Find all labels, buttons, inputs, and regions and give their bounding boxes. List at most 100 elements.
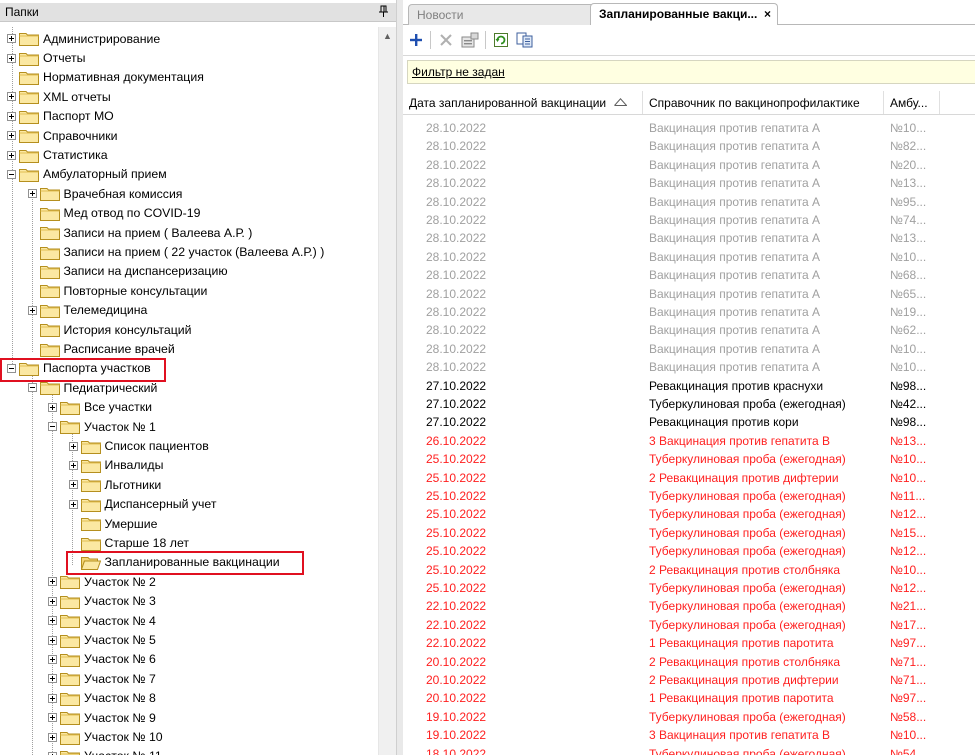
tree-node[interactable]: Расписание врачей (28, 339, 175, 358)
table-row[interactable]: 22.10.2022 Туберкулиновая проба (ежегодна… (403, 616, 975, 634)
tree-node[interactable]: Повторные консультации (28, 281, 207, 300)
add-button[interactable] (405, 29, 427, 51)
tree-node[interactable]: Записи на диспансеризацию (28, 262, 228, 281)
table-row[interactable]: 27.10.2022 Ревакцинация против краснухи №9… (403, 377, 975, 395)
table-row[interactable]: 28.10.2022 Вакцинация против гепатита А №1… (403, 248, 975, 266)
expand-icon[interactable] (48, 654, 57, 664)
pin-icon[interactable] (377, 4, 391, 19)
table-row[interactable]: 25.10.2022 Туберкулиновая проба (ежегодна… (403, 542, 975, 560)
collapse-icon[interactable] (7, 363, 16, 373)
table-row[interactable]: 25.10.2022 Туберкулиновая проба (ежегодна… (403, 487, 975, 505)
tree-node[interactable]: Участок № 4 (48, 611, 156, 630)
table-row[interactable]: 28.10.2022 Вакцинация против гепатита А №1… (403, 303, 975, 321)
tree-node[interactable]: Записи на прием ( 22 участок (Валеева А.… (28, 242, 324, 261)
expand-icon[interactable] (48, 596, 57, 606)
expand-icon[interactable] (48, 693, 57, 703)
expand-icon[interactable] (27, 305, 37, 315)
table-row[interactable]: 28.10.2022 Вакцинация против гепатита А №1… (403, 174, 975, 192)
tree-node[interactable]: Участок № 8 (48, 689, 156, 708)
table-row[interactable]: 25.10.2022 Туберкулиновая проба (ежегодна… (403, 579, 975, 597)
tree-node[interactable]: Педиатрический (27, 378, 157, 397)
expand-icon[interactable] (7, 34, 16, 44)
properties-button[interactable] (459, 29, 481, 51)
tree-node[interactable]: Все участки (48, 398, 152, 417)
tree-node[interactable]: Льготники (68, 475, 161, 494)
collapse-icon[interactable] (48, 422, 57, 432)
expand-icon[interactable] (68, 441, 78, 451)
tree-node[interactable]: Статистика (7, 145, 108, 164)
expand-icon[interactable] (68, 480, 78, 490)
tree-node[interactable]: Записи на прием ( Валеева А.Р. ) (28, 223, 252, 242)
refresh-button[interactable] (490, 29, 512, 51)
expand-icon[interactable] (48, 577, 57, 587)
tree-node[interactable]: Участок № 3 (48, 592, 156, 611)
column-header-reference[interactable]: Справочник по вакцинопрофилактике (643, 91, 884, 114)
tree-node[interactable]: Паспорта участков (7, 359, 151, 378)
table-row[interactable]: 19.10.2022 3 Вакцинация против гепатита В… (403, 726, 975, 744)
table-row[interactable]: 22.10.2022 Туберкулиновая проба (ежегодна… (403, 597, 975, 615)
tree-node[interactable]: Участок № 10 (48, 727, 163, 746)
table-row[interactable]: 28.10.2022 Вакцинация против гепатита А №8… (403, 137, 975, 155)
tree-node[interactable]: Умершие (69, 514, 157, 533)
expand-icon[interactable] (7, 92, 16, 102)
column-header-ambulatory[interactable]: Амбу... (884, 91, 940, 114)
table-row[interactable]: 25.10.2022 Туберкулиновая проба (ежегодна… (403, 505, 975, 523)
scroll-up-arrow-icon[interactable]: ▲ (379, 27, 396, 44)
expand-icon[interactable] (48, 616, 57, 626)
tree-node[interactable]: Участок № 11 (48, 747, 162, 755)
expand-icon[interactable] (48, 713, 57, 723)
expand-icon[interactable] (7, 53, 16, 63)
expand-icon[interactable] (48, 402, 57, 412)
tree-node[interactable]: Нормативная документация (7, 68, 204, 87)
expand-icon[interactable] (68, 460, 78, 470)
collapse-icon[interactable] (7, 169, 16, 179)
tree-scrollbar[interactable]: ▲ (378, 27, 396, 755)
table-row[interactable]: 28.10.2022 Вакцинация против гепатита А №7… (403, 211, 975, 229)
table-row[interactable]: 27.10.2022 Туберкулиновая проба (ежегодна… (403, 395, 975, 413)
table-row[interactable]: 25.10.2022 2 Ревакцинация против столбняк… (403, 561, 975, 579)
table-row[interactable]: 25.10.2022 2 Ревакцинация против дифтерии… (403, 469, 975, 487)
expand-icon[interactable] (68, 499, 78, 509)
table-row[interactable]: 22.10.2022 1 Ревакцинация против паротита… (403, 634, 975, 652)
table-row[interactable]: 20.10.2022 1 Ревакцинация против паротита… (403, 689, 975, 707)
tree-node[interactable]: XML отчеты (7, 87, 111, 106)
table-row[interactable]: 25.10.2022 Туберкулиновая проба (ежегодна… (403, 450, 975, 468)
tree-node[interactable]: Инвалиды (68, 456, 163, 475)
tab-planned-vaccinations[interactable]: Запланированные вакци... × (590, 3, 778, 25)
export-button[interactable] (514, 29, 536, 51)
tree-node[interactable]: Участок № 5 (48, 630, 156, 649)
expand-icon[interactable] (48, 674, 57, 684)
table-row[interactable]: 20.10.2022 2 Ревакцинация против столбняк… (403, 653, 975, 671)
table-row[interactable]: 26.10.2022 3 Вакцинация против гепатита В… (403, 432, 975, 450)
table-row[interactable]: 28.10.2022 Вакцинация против гепатита А №1… (403, 229, 975, 247)
table-row[interactable]: 28.10.2022 Вакцинация против гепатита А №9… (403, 193, 975, 211)
tree-node[interactable]: Участок № 1 (48, 417, 156, 436)
tree-node[interactable]: Телемедицина (27, 301, 147, 320)
table-row[interactable]: 20.10.2022 2 Ревакцинация против дифтерии… (403, 671, 975, 689)
tree-node[interactable]: Врачебная комиссия (27, 184, 182, 203)
column-header-date[interactable]: Дата запланированной вакцинации (403, 91, 643, 114)
table-row[interactable]: 25.10.2022 Туберкулиновая проба (ежегодна… (403, 524, 975, 542)
collapse-icon[interactable] (27, 383, 37, 393)
tree-node[interactable]: Участок № 9 (48, 708, 156, 727)
tree-node[interactable]: Участок № 6 (48, 650, 156, 669)
tree-node[interactable]: Запланированные вакцинации (69, 553, 280, 572)
tree-node[interactable]: Участок № 7 (48, 669, 156, 688)
tree-node[interactable]: Участок № 2 (48, 572, 156, 591)
table-row[interactable]: 28.10.2022 Вакцинация против гепатита А №1… (403, 358, 975, 376)
table-row[interactable]: 28.10.2022 Вакцинация против гепатита А №6… (403, 266, 975, 284)
tree-node[interactable]: Диспансерный учет (68, 495, 217, 514)
delete-button[interactable] (435, 29, 457, 51)
expand-icon[interactable] (48, 635, 57, 645)
table-row[interactable]: 28.10.2022 Вакцинация против гепатита А №6… (403, 285, 975, 303)
tab-news[interactable]: Новости (408, 4, 595, 25)
expand-icon[interactable] (48, 732, 57, 742)
tree-node[interactable]: Справочники (7, 126, 118, 145)
panel-splitter[interactable] (396, 0, 403, 755)
tree-node[interactable]: Паспорт МО (7, 107, 114, 126)
tree-node[interactable]: Амбулаторный прием (7, 165, 167, 184)
table-row[interactable]: 28.10.2022 Вакцинация против гепатита А №6… (403, 321, 975, 339)
table-row[interactable]: 28.10.2022 Вакцинация против гепатита А №1… (403, 119, 975, 137)
expand-icon[interactable] (27, 189, 37, 199)
filter-link[interactable]: Фильтр не задан (412, 65, 505, 79)
